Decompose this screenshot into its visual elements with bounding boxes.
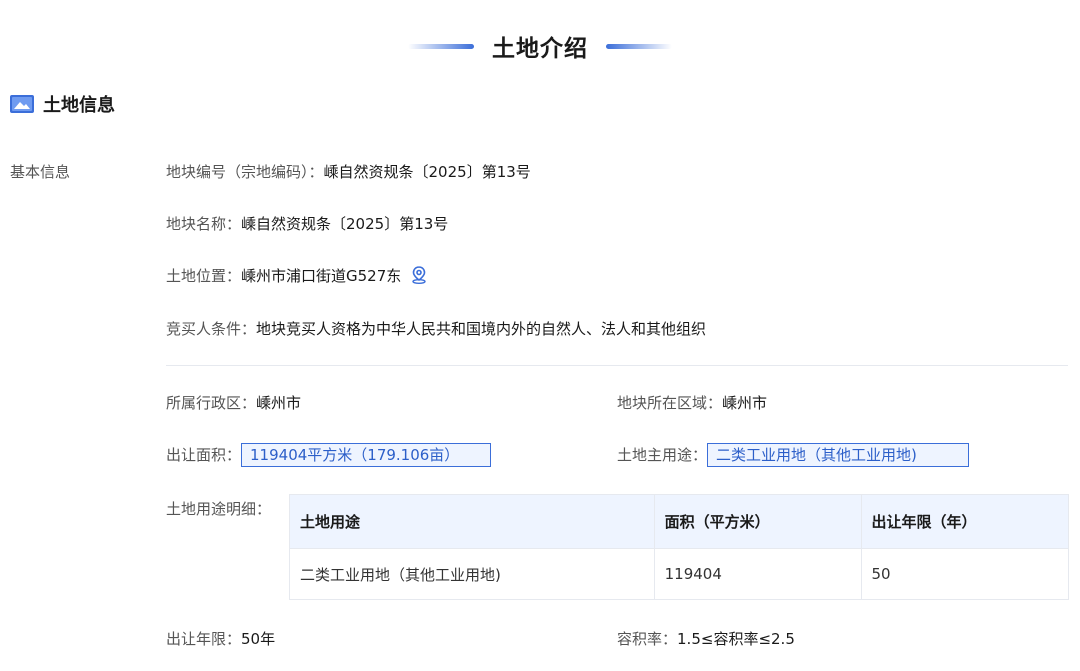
bidder-label: 竞买人条件：: [166, 320, 257, 338]
image-icon: [10, 95, 34, 113]
term-label: 出让年限：: [166, 630, 242, 648]
section-header: 土地介绍: [0, 26, 1080, 66]
section-title: 土地介绍: [492, 36, 588, 62]
location-label: 土地位置：: [166, 267, 242, 285]
title-decor-right: [606, 43, 672, 49]
use-detail-table: 土地用途 面积（平方米） 出让年限（年） 二类工业用地（其他工业用地) 1194…: [289, 494, 1069, 600]
parcel-name-row: 地块名称：嵊自然资规条〔2025〕第13号: [166, 213, 448, 235]
parcel-name-label: 地块名称：: [166, 215, 242, 233]
divider: [166, 365, 1068, 366]
far-row: 容积率：1.5≤容积率≤2.5: [617, 628, 795, 650]
bidder-value: 地块竞买人资格为中华人民共和国境内外的自然人、法人和其他组织: [256, 320, 707, 338]
region-label: 地块所在区域：: [617, 394, 723, 412]
use-value: 二类工业用地（其他工业用地): [707, 443, 970, 467]
cell-area: 119404: [653, 548, 862, 600]
bidder-row: 竞买人条件：地块竞买人资格为中华人民共和国境内外的自然人、法人和其他组织: [166, 318, 706, 340]
table-row: 二类工业用地（其他工业用地) 119404 50: [289, 548, 1069, 600]
title-decor-left: [408, 43, 474, 49]
land-intro-page: 土地介绍 土地信息 基本信息 地块编号（宗地编码）：嵊自然资规条〔2025〕第1…: [0, 0, 1080, 671]
area-label: 出让面积：: [166, 446, 242, 464]
parcel-code-label: 地块编号（宗地编码）：: [166, 163, 324, 181]
use-label: 土地主用途：: [617, 446, 708, 464]
far-value: 1.5≤容积率≤2.5: [677, 630, 795, 648]
region-value: 嵊州市: [722, 394, 768, 412]
region-row: 地块所在区域：嵊州市: [617, 392, 767, 414]
cell-land-use: 二类工业用地（其他工业用地): [289, 548, 655, 600]
header-area: 面积（平方米）: [653, 494, 862, 549]
location-row: 土地位置：嵊州市浦口街道G527东: [166, 265, 429, 287]
header-term: 出让年限（年）: [860, 494, 1069, 549]
area-value: 119404平方米（179.106亩）: [241, 443, 492, 467]
area-row: 出让面积： 119404平方米（179.106亩）: [166, 443, 492, 467]
far-label: 容积率：: [617, 630, 678, 648]
district-label: 所属行政区：: [166, 394, 257, 412]
term-row: 出让年限：50年: [166, 628, 275, 650]
header-land-use: 土地用途: [289, 494, 655, 549]
term-value: 50年: [241, 630, 276, 648]
parcel-code-row: 地块编号（宗地编码）：嵊自然资规条〔2025〕第13号: [166, 161, 531, 183]
location-value: 嵊州市浦口街道G527东: [241, 267, 402, 285]
parcel-name-value: 嵊自然资规条〔2025〕第13号: [241, 215, 449, 233]
basic-info-label: 基本信息: [10, 163, 71, 181]
sub-heading-title: 土地信息: [43, 95, 115, 116]
district-value: 嵊州市: [256, 394, 302, 412]
parcel-code-value: 嵊自然资规条〔2025〕第13号: [323, 163, 531, 181]
use-detail-label: 土地用途明细：: [166, 500, 272, 518]
table-header-row: 土地用途 面积（平方米） 出让年限（年）: [289, 494, 1069, 549]
map-pin-icon[interactable]: [409, 265, 429, 285]
cell-term: 50: [860, 548, 1069, 600]
sub-heading: 土地信息: [10, 90, 115, 118]
district-row: 所属行政区：嵊州市: [166, 392, 301, 414]
use-row: 土地主用途： 二类工业用地（其他工业用地): [617, 443, 970, 467]
